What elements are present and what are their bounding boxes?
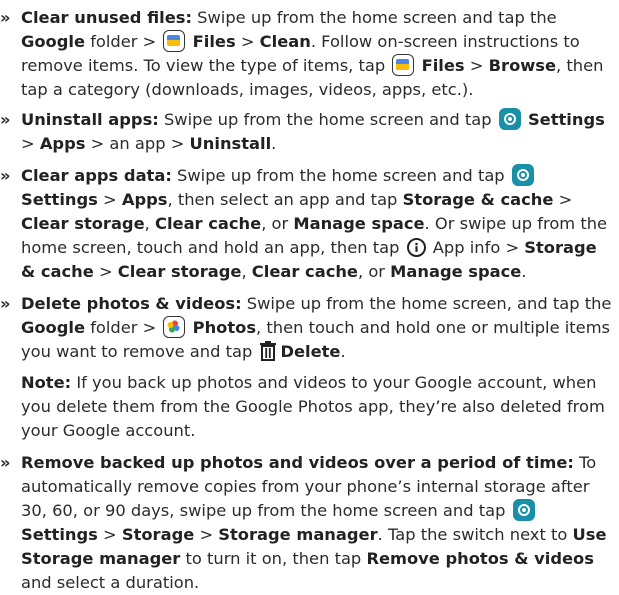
files-label: Files bbox=[421, 56, 465, 75]
settings-label: Settings bbox=[21, 525, 98, 544]
manage-space-label: Manage space bbox=[390, 262, 522, 281]
storage-cache-label: Storage & cache bbox=[402, 190, 554, 209]
bullet: » bbox=[0, 8, 11, 27]
google-label: Google bbox=[21, 318, 86, 337]
delete-label: Delete bbox=[280, 342, 341, 361]
google-label: Google bbox=[21, 32, 86, 51]
bullet: » bbox=[0, 166, 11, 185]
list-item-clear-apps-data: » Clear apps data: Swipe up from the hom… bbox=[0, 164, 619, 284]
photos-label: Photos bbox=[192, 318, 257, 337]
note-paragraph: Note: If you back up photos and videos t… bbox=[21, 373, 605, 440]
photos-app-icon bbox=[163, 316, 186, 338]
apps-label: Apps bbox=[39, 134, 86, 153]
uninstall-label: Uninstall bbox=[189, 134, 272, 153]
trash-icon bbox=[260, 341, 277, 361]
clear-cache-label: Clear cache bbox=[155, 214, 262, 233]
files-app-icon bbox=[392, 54, 415, 76]
files-app-icon bbox=[163, 30, 186, 52]
list-item-clear-unused-files: » Clear unused files: Swipe up from the … bbox=[0, 6, 619, 102]
item-title: Delete photos & videos: bbox=[21, 294, 242, 313]
list-item-remove-backed-up: » Remove backed up photos and videos ove… bbox=[0, 451, 619, 595]
bullet: » bbox=[0, 294, 11, 313]
note-label: Note: bbox=[21, 373, 72, 392]
item-title: Uninstall apps: bbox=[21, 110, 159, 129]
item-text: Clear unused files: Swipe up from the ho… bbox=[21, 8, 604, 99]
bullet: » bbox=[0, 453, 11, 472]
bullet: » bbox=[0, 110, 11, 129]
remove-photos-videos-label: Remove photos & videos bbox=[366, 549, 594, 568]
help-page: » Clear unused files: Swipe up from the … bbox=[0, 0, 619, 592]
settings-label: Settings bbox=[527, 110, 605, 129]
item-title: Remove backed up photos and videos over … bbox=[21, 453, 574, 472]
list-item-delete-photos-videos: » Delete photos & videos: Swipe up from … bbox=[0, 292, 619, 364]
settings-app-icon bbox=[512, 499, 535, 521]
clean-label: Clean bbox=[259, 32, 311, 51]
item-title: Clear unused files: bbox=[21, 8, 192, 27]
info-icon bbox=[406, 238, 426, 257]
clear-cache-label: Clear cache bbox=[251, 262, 358, 281]
storage-label: Storage bbox=[121, 525, 195, 544]
list-item-uninstall-apps: » Uninstall apps: Swipe up from the home… bbox=[0, 108, 619, 156]
files-label: Files bbox=[192, 32, 236, 51]
settings-app-icon bbox=[511, 164, 534, 186]
clear-storage-label: Clear storage bbox=[117, 262, 242, 281]
browse-label: Browse bbox=[488, 56, 557, 75]
manage-space-label: Manage space bbox=[293, 214, 425, 233]
settings-app-icon bbox=[498, 108, 521, 130]
item-text: Uninstall apps: Swipe up from the home s… bbox=[21, 108, 605, 153]
item-title: Clear apps data: bbox=[21, 166, 172, 185]
settings-label: Settings bbox=[21, 190, 98, 209]
item-text: Remove backed up photos and videos over … bbox=[21, 453, 607, 592]
apps-label: Apps bbox=[121, 190, 168, 209]
storage-manager-label: Storage manager bbox=[218, 525, 378, 544]
item-text: Delete photos & videos: Swipe up from th… bbox=[21, 294, 612, 361]
item-text: Clear apps data: Swipe up from the home … bbox=[21, 164, 608, 281]
clear-storage-label: Clear storage bbox=[21, 214, 145, 233]
